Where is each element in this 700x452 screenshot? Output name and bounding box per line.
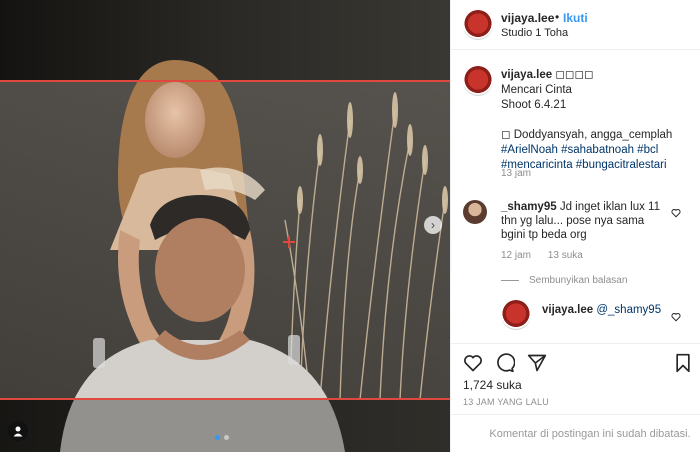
- save-button[interactable]: [673, 353, 693, 376]
- post-media[interactable]: ›: [0, 0, 450, 452]
- location-link[interactable]: Studio 1 Toha: [501, 27, 568, 39]
- heart-icon: [464, 355, 482, 372]
- caption-line: ◻ Doddyansyah, angga_cemplah: [501, 129, 673, 141]
- comment-username[interactable]: _shamy95: [501, 201, 557, 213]
- reply-like-button[interactable]: [671, 311, 681, 325]
- caption-timestamp: 13 jam: [501, 168, 532, 179]
- reply-comment: vijaya.lee @_shamy95: [451, 300, 700, 340]
- paper-plane-icon: [527, 354, 547, 372]
- heart-icon: [671, 208, 681, 218]
- caption-avatar[interactable]: [463, 66, 493, 96]
- post-actions: 1,724 suka 13 JAM YANG LALU Komentar di …: [451, 343, 700, 452]
- comments-disabled-notice: Komentar di postingan ini sudah dibatasi…: [451, 414, 700, 452]
- comment-bubble-icon: [497, 353, 516, 373]
- carousel-indicator: [215, 435, 229, 440]
- reply-avatar[interactable]: [501, 300, 531, 330]
- comment-body: _shamy95 Jd inget iklan lux 11 thn yg la…: [501, 200, 666, 242]
- post-header: vijaya.lee • Ikuti Studio 1 Toha: [451, 0, 700, 50]
- tagged-users-button[interactable]: [8, 421, 28, 441]
- reply-mention[interactable]: @_shamy95: [596, 304, 661, 316]
- divider: [501, 280, 519, 281]
- crosshair-marker: [283, 236, 295, 248]
- carousel-dot-active: [215, 435, 220, 440]
- likes-count[interactable]: 1,724 suka: [463, 378, 522, 392]
- hide-replies-button[interactable]: Sembunyikan balasan: [501, 275, 627, 286]
- follow-button[interactable]: Ikuti: [563, 11, 588, 25]
- hide-replies-label: Sembunyikan balasan: [529, 275, 628, 286]
- comment-like-button[interactable]: [671, 207, 681, 221]
- header-username[interactable]: vijaya.lee: [501, 11, 554, 25]
- caption-body: vijaya.lee ◻◻◻◻ Mencari Cinta Shoot 6.4.…: [501, 68, 691, 173]
- comment-time: 12 jam: [501, 250, 532, 261]
- user-tag-icon: [13, 426, 23, 437]
- share-button[interactable]: [527, 353, 547, 376]
- chevron-right-icon: ›: [431, 218, 435, 232]
- like-button[interactable]: [463, 353, 483, 376]
- comment: _shamy95 Jd inget iklan lux 11 thn yg la…: [451, 196, 700, 276]
- post-photo: [0, 0, 450, 452]
- header-separator: •: [555, 10, 560, 24]
- caption-line: Shoot 6.4.21: [501, 99, 567, 111]
- comment-button[interactable]: [495, 353, 516, 376]
- caption-hashtags[interactable]: #ArielNoah #sahabatnoah #bcl: [501, 143, 691, 158]
- carousel-dot: [224, 435, 229, 440]
- frame-guide-bottom: [0, 398, 450, 400]
- carousel-next-button[interactable]: ›: [424, 216, 442, 234]
- comment-avatar[interactable]: [463, 200, 487, 224]
- post-time: 13 JAM YANG LALU: [463, 397, 549, 407]
- reply-body: vijaya.lee @_shamy95: [542, 304, 661, 316]
- heart-icon: [671, 312, 681, 322]
- avatar[interactable]: [463, 10, 493, 40]
- post-sidebar: vijaya.lee • Ikuti Studio 1 Toha vijaya.…: [450, 0, 700, 452]
- caption-user-suffix: ◻◻◻◻: [555, 69, 594, 81]
- bookmark-icon: [676, 353, 690, 373]
- action-icons: [463, 353, 547, 376]
- comment-meta: 12 jam 13 suka: [501, 250, 583, 261]
- reply-username[interactable]: vijaya.lee: [542, 304, 593, 316]
- caption-username[interactable]: vijaya.lee: [501, 69, 552, 81]
- caption-line: Mencari Cinta: [501, 84, 572, 96]
- comment-likes[interactable]: 13 suka: [548, 250, 583, 261]
- frame-guide-top: [0, 80, 450, 82]
